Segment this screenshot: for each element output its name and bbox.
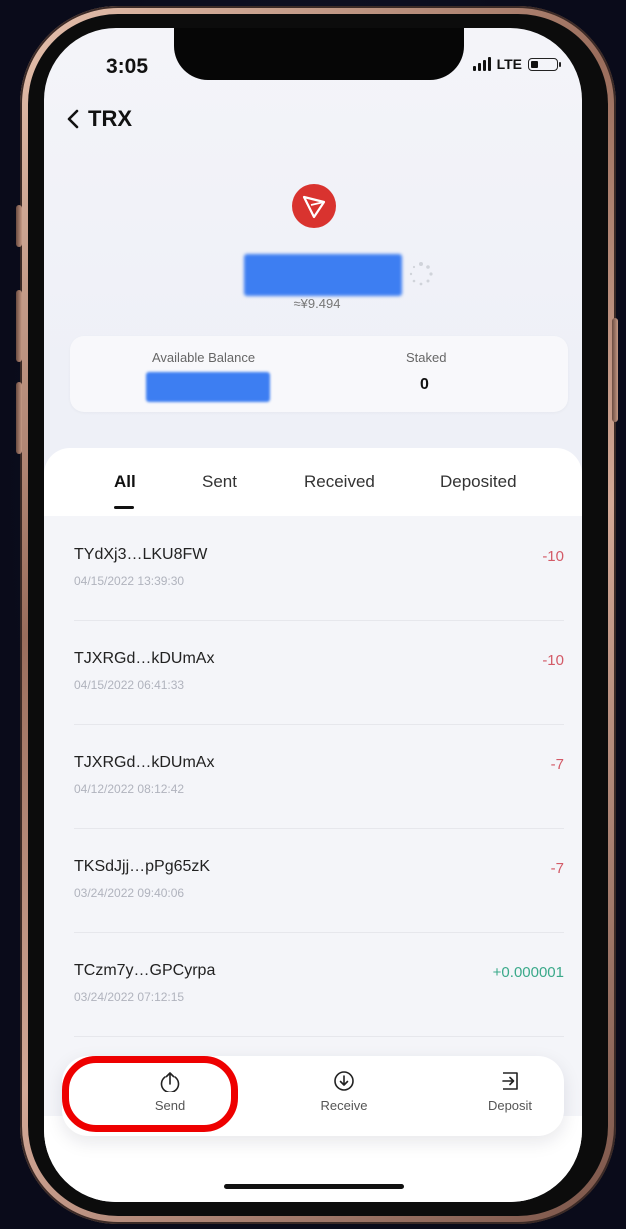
receive-button[interactable]: Receive xyxy=(294,1070,394,1113)
tx-address: TJXRGd…kDUmAx xyxy=(74,650,215,667)
tx-date: 04/12/2022 08:12:42 xyxy=(74,782,185,796)
battery-icon xyxy=(528,57,561,71)
transaction-list: TYdXj3…LKU8FW 04/15/2022 13:39:30 -10 TJ… xyxy=(44,516,582,1116)
transaction-row[interactable]: TYdXj3…LKU8FW 04/15/2022 13:39:30 -10 xyxy=(74,516,564,621)
deposit-icon xyxy=(502,1072,518,1090)
tx-amount: -7 xyxy=(550,860,564,877)
active-tab-indicator xyxy=(114,506,134,509)
tx-amount: -10 xyxy=(542,548,564,565)
tx-address: TJXRGd…kDUmAx xyxy=(74,754,215,771)
tx-date: 03/24/2022 07:12:15 xyxy=(74,990,185,1004)
back-button[interactable]: TRX xyxy=(66,106,132,132)
network-label: LTE xyxy=(496,56,522,72)
tron-logo-icon xyxy=(292,184,336,228)
silent-switch xyxy=(16,205,22,247)
tx-amount: +0.000001 xyxy=(492,964,564,981)
tx-address: TKSdJjj…pPg65zK xyxy=(74,858,211,875)
tab-deposited[interactable]: Deposited xyxy=(440,472,517,492)
status-time: 3:05 xyxy=(106,55,149,78)
signal-icon xyxy=(472,57,491,71)
receive-label: Receive xyxy=(320,1098,368,1113)
chevron-left-icon xyxy=(67,109,79,129)
volume-down-button xyxy=(16,382,22,454)
app-screen: 3:05 LTE TRX ≈¥9.494 Available Balance S… xyxy=(44,28,582,1202)
status-indicators: LTE xyxy=(472,56,561,72)
tx-date: 04/15/2022 13:39:30 xyxy=(74,574,185,588)
page-title: TRX xyxy=(88,106,132,131)
tx-amount: -10 xyxy=(542,652,564,669)
tab-bar: All Sent Received Deposited xyxy=(44,448,582,517)
transaction-row[interactable]: TCzm7y…GPCyrpa 03/24/2022 07:12:15 +0.00… xyxy=(74,932,564,1037)
tx-date: 03/24/2022 09:40:06 xyxy=(74,886,185,900)
transaction-row[interactable]: TJXRGd…kDUmAx 04/12/2022 08:12:42 -7 xyxy=(74,724,564,829)
loading-spinner-icon xyxy=(409,262,433,286)
available-balance-label: Available Balance xyxy=(152,350,256,365)
deposit-label: Deposit xyxy=(487,1098,533,1113)
home-indicator xyxy=(224,1184,404,1189)
staked-label: Staked xyxy=(406,350,447,365)
deposit-button[interactable]: Deposit xyxy=(460,1070,560,1113)
tx-address: TYdXj3…LKU8FW xyxy=(74,546,208,563)
transaction-row[interactable]: TKSdJjj…pPg65zK 03/24/2022 09:40:06 -7 xyxy=(74,828,564,933)
power-button xyxy=(612,318,618,422)
tab-all[interactable]: All xyxy=(114,472,136,492)
tab-sent[interactable]: Sent xyxy=(202,472,237,492)
stage: 3:05 LTE TRX ≈¥9.494 Available Balance S… xyxy=(0,0,626,1229)
tab-received[interactable]: Received xyxy=(304,472,375,492)
balance-card: Available Balance Staked 0 xyxy=(70,336,568,412)
tx-address: TCzm7y…GPCyrpa xyxy=(74,962,216,979)
volume-up-button xyxy=(16,290,22,362)
redacted-total-balance xyxy=(244,254,402,296)
staked-value: 0 xyxy=(420,376,429,393)
send-highlight-annotation xyxy=(62,1056,238,1132)
tx-date: 04/15/2022 06:41:33 xyxy=(74,678,185,692)
tx-amount: -7 xyxy=(550,756,564,773)
redacted-available-balance xyxy=(146,372,270,402)
transaction-row[interactable]: TJXRGd…kDUmAx 04/15/2022 06:41:33 -10 xyxy=(74,620,564,725)
fiat-value: ≈¥9.494 xyxy=(293,296,341,311)
notch xyxy=(174,28,464,80)
receive-icon xyxy=(334,1071,354,1091)
